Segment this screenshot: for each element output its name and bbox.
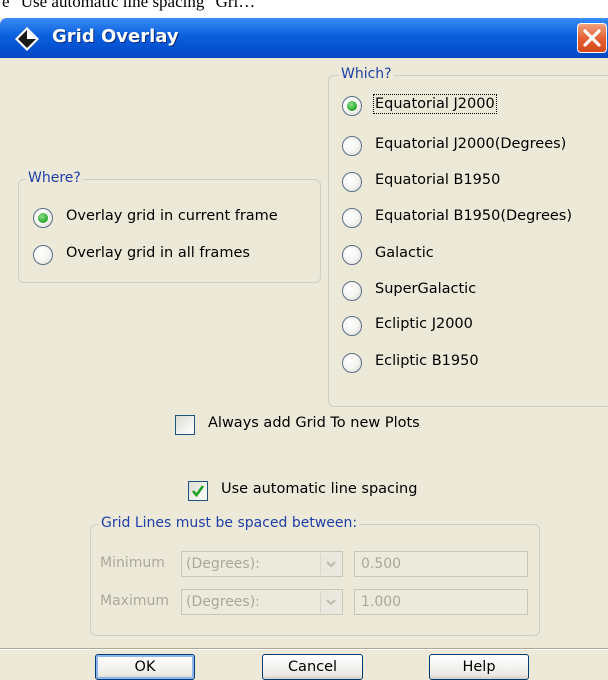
button-separator (0, 648, 608, 650)
maximum-unit-value: (Degrees): (186, 594, 260, 610)
spacing-group (90, 524, 540, 636)
auto-spacing-checkbox[interactable] (188, 481, 208, 501)
radio-equatorial-b1950[interactable]: Equatorial B1950 (342, 172, 602, 196)
grid-overlay-dialog: Grid Overlay Where? Overlay grid in curr… (0, 18, 608, 680)
radio-button[interactable] (342, 136, 362, 156)
minimum-value: 0.500 (361, 556, 402, 572)
which-group-legend: Which? (339, 66, 394, 82)
close-icon (583, 29, 601, 47)
radio-label: Galactic (375, 245, 434, 261)
radio-label: Overlay grid in all frames (66, 245, 250, 261)
close-button[interactable] (577, 23, 607, 53)
radio-label: Equatorial B1950(Degrees) (375, 208, 573, 224)
radio-label: SuperGalactic (375, 281, 477, 297)
maximum-label: Maximum (100, 593, 169, 609)
maximum-value: 1.000 (361, 594, 402, 610)
radio-label: Equatorial J2000(Degrees) (375, 136, 567, 152)
checkbox-label: Always add Grid To new Plots (208, 415, 420, 431)
radio-supergalactic[interactable]: SuperGalactic (342, 281, 602, 305)
radio-label: Equatorial B1950 (375, 172, 501, 188)
cancel-button[interactable]: Cancel (262, 654, 363, 680)
background-document-fragment: e "Use automatic line spacing" Gri… (0, 0, 608, 18)
radio-galactic[interactable]: Galactic (342, 245, 602, 269)
where-group-legend: Where? (26, 170, 83, 186)
chevron-down-icon (320, 553, 341, 575)
background-document-text: e "Use automatic line spacing" Gri… (2, 0, 256, 11)
radio-label: Ecliptic J2000 (375, 316, 473, 332)
title-bar[interactable]: Grid Overlay (0, 18, 608, 58)
always-add-grid-checkbox[interactable] (175, 415, 195, 435)
checkbox-label: Use automatic line spacing (221, 481, 418, 497)
radio-overlay-all-frames[interactable]: Overlay grid in all frames (33, 245, 318, 269)
radio-button[interactable] (33, 245, 53, 265)
radio-button[interactable] (342, 316, 362, 336)
radio-equatorial-j2000[interactable]: Equatorial J2000 (342, 94, 602, 120)
minimum-label: Minimum (100, 555, 165, 571)
minimum-unit-select[interactable]: (Degrees): (181, 551, 343, 577)
auto-spacing-checkbox-row[interactable]: Use automatic line spacing (188, 481, 468, 505)
window-title: Grid Overlay (52, 26, 179, 47)
checkmark-icon (192, 485, 205, 498)
radio-button-selected[interactable] (342, 96, 362, 116)
radio-button[interactable] (342, 353, 362, 373)
radio-label: Ecliptic B1950 (375, 353, 479, 369)
radio-button[interactable] (342, 208, 362, 228)
radio-button[interactable] (342, 172, 362, 192)
radio-button[interactable] (342, 245, 362, 265)
diamond-app-icon (14, 26, 40, 52)
minimum-unit-value: (Degrees): (186, 556, 260, 572)
radio-ecliptic-j2000[interactable]: Ecliptic J2000 (342, 316, 602, 340)
radio-overlay-current-frame[interactable]: Overlay grid in current frame (33, 208, 318, 232)
radio-label: Overlay grid in current frame (66, 208, 278, 224)
radio-ecliptic-b1950[interactable]: Ecliptic B1950 (342, 353, 602, 377)
radio-button-selected[interactable] (33, 208, 53, 228)
radio-equatorial-b1950-degrees[interactable]: Equatorial B1950(Degrees) (342, 208, 602, 232)
minimum-spacing-input[interactable]: 0.500 (354, 551, 528, 577)
help-button[interactable]: Help (429, 654, 529, 680)
maximum-spacing-input[interactable]: 1.000 (354, 589, 528, 615)
spacing-group-legend: Grid Lines must be spaced between: (99, 515, 360, 531)
maximum-unit-select[interactable]: (Degrees): (181, 589, 343, 615)
radio-button[interactable] (342, 281, 362, 301)
chevron-down-icon (320, 591, 341, 613)
radio-label: Equatorial J2000 (373, 94, 497, 114)
radio-equatorial-j2000-degrees[interactable]: Equatorial J2000(Degrees) (342, 136, 602, 160)
always-add-grid-checkbox-row[interactable]: Always add Grid To new Plots (175, 415, 475, 439)
ok-button[interactable]: OK (95, 654, 195, 680)
